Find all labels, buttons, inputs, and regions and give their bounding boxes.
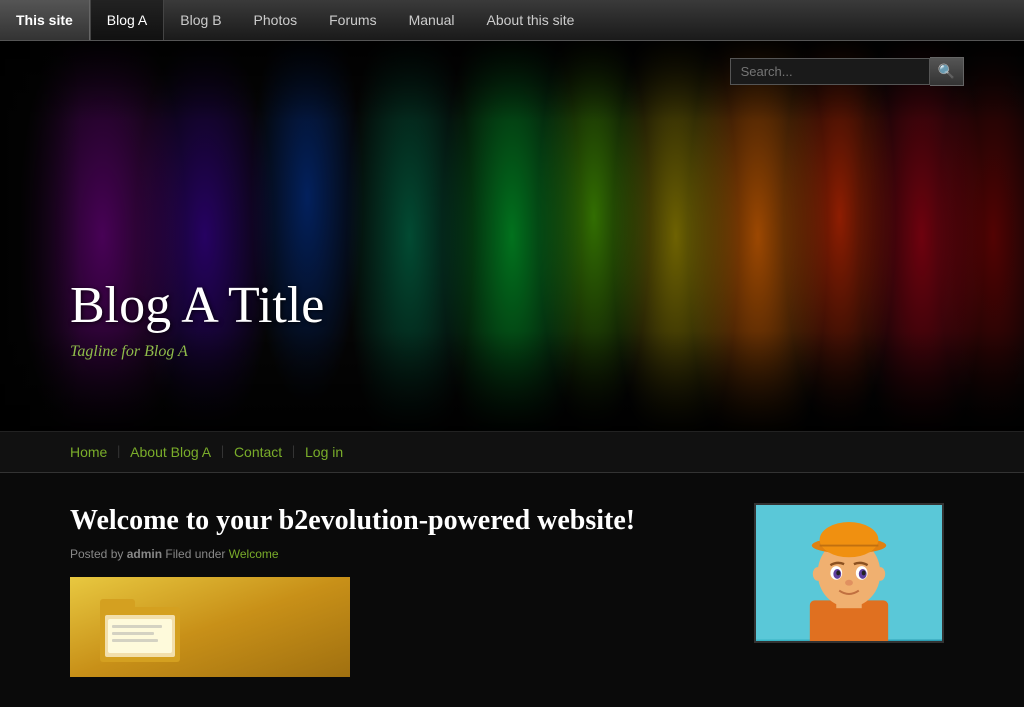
nav-blog-a[interactable]: Blog A bbox=[90, 0, 164, 40]
nav-about[interactable]: About this site bbox=[471, 0, 591, 40]
nav-separator-2: | bbox=[217, 444, 228, 460]
sec-nav-contact[interactable]: Contact bbox=[228, 444, 288, 460]
blog-tagline: Tagline for Blog A bbox=[70, 343, 324, 361]
nav-forums[interactable]: Forums bbox=[313, 0, 392, 40]
post-meta: Posted by admin Filed under Welcome bbox=[70, 547, 724, 561]
nav-separator-1: | bbox=[113, 444, 124, 460]
blog-title-block: Blog A Title Tagline for Blog A bbox=[70, 276, 324, 361]
post-meta-text: Posted by admin Filed under Welcome bbox=[70, 547, 279, 561]
sec-nav-home[interactable]: Home bbox=[70, 444, 113, 460]
main-content: Welcome to your b2evolution-powered webs… bbox=[0, 473, 1024, 707]
post-image-svg bbox=[70, 577, 350, 677]
search-button[interactable]: 🔍 bbox=[930, 57, 964, 86]
secondary-navigation: Home | About Blog A | Contact | Log in bbox=[0, 431, 1024, 473]
blog-title: Blog A Title bbox=[70, 276, 324, 335]
content-left: Welcome to your b2evolution-powered webs… bbox=[70, 503, 724, 677]
nav-blog-b[interactable]: Blog B bbox=[164, 0, 237, 40]
post-category[interactable]: Welcome bbox=[229, 547, 279, 561]
post-image bbox=[70, 577, 350, 677]
this-site-link[interactable]: This site bbox=[0, 0, 90, 40]
nav-photos[interactable]: Photos bbox=[238, 0, 314, 40]
avatar-svg bbox=[756, 503, 942, 641]
post-title: Welcome to your b2evolution-powered webs… bbox=[70, 503, 724, 539]
top-navigation: This site Blog A Blog B Photos Forums Ma… bbox=[0, 0, 1024, 41]
hero-left-fade bbox=[0, 41, 80, 431]
search-box: 🔍 bbox=[730, 57, 964, 86]
content-right bbox=[754, 503, 954, 677]
search-icon: 🔍 bbox=[938, 63, 955, 79]
sec-nav-about-blog[interactable]: About Blog A bbox=[124, 444, 217, 460]
nav-separator-3: | bbox=[288, 444, 299, 460]
avatar-container bbox=[754, 503, 944, 643]
hero-banner: 🔍 Blog A Title Tagline for Blog A bbox=[0, 41, 1024, 431]
search-input[interactable] bbox=[730, 58, 930, 85]
nav-manual[interactable]: Manual bbox=[393, 0, 471, 40]
sec-nav-login[interactable]: Log in bbox=[299, 444, 349, 460]
